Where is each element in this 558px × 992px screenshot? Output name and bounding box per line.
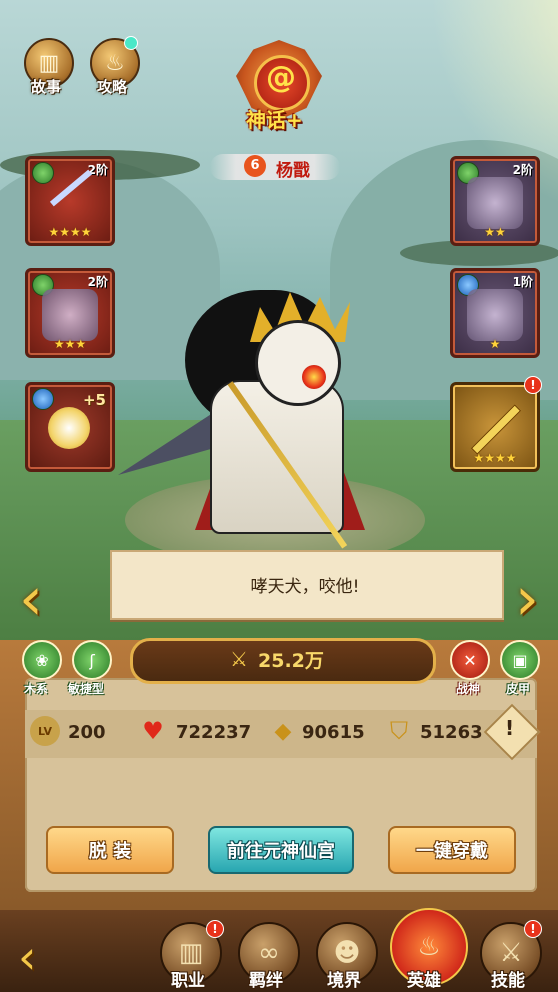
slot-stars: ★ [489, 337, 501, 351]
alert-badge: ! [524, 376, 542, 394]
water-element-icon [32, 388, 54, 410]
boots-icon [467, 289, 523, 341]
equip-all-button[interactable]: 一键穿戴 [388, 826, 516, 874]
armor-icon: ▣ [512, 650, 528, 670]
notification-dot [124, 36, 138, 50]
hero-third-eye [302, 365, 326, 389]
slot-tier: 2阶 [87, 163, 108, 177]
hero-dialogue: 哮天犬，咬他! [250, 577, 360, 597]
leaf-icon: ❀ [35, 650, 49, 670]
equipment-slot-treasure[interactable]: ★★★★ [450, 382, 540, 472]
boot-icon: ʃ [89, 650, 95, 670]
chevron-right-icon: › [515, 564, 539, 634]
armor-label: 皮甲 [506, 682, 531, 696]
guide-label: 攻略 [97, 78, 128, 96]
armor-icon [467, 177, 523, 229]
nav-bond-label: 羁绊 [249, 971, 283, 991]
leather-armor-trait[interactable]: ▣ [500, 640, 540, 680]
equipment-slot-accessory[interactable]: +5 [25, 382, 115, 472]
nav-skill-label: 技能 [491, 971, 525, 991]
goto-palace-button[interactable]: 前往元神仙宫 [208, 826, 354, 874]
heart-icon: ♥ [142, 717, 164, 745]
chevron-left-icon: ‹ [19, 564, 43, 634]
story-label: 故事 [31, 78, 62, 96]
sword-icon: ⚔ [499, 938, 523, 968]
level-value: 200 [68, 722, 106, 743]
element-label: 木系 [24, 682, 49, 696]
combat-power-value: 25.2万 [258, 650, 324, 672]
prev-hero-arrow[interactable]: ‹ [8, 562, 54, 636]
slot-stars: ★★★ [53, 337, 87, 351]
sword-icon: ◆ [274, 718, 292, 744]
talent-label: 战神 [456, 682, 481, 696]
ring-icon: ∞ [258, 938, 280, 968]
type-label: 敏捷型 [68, 682, 105, 696]
war-god-trait[interactable]: ✕ [450, 640, 490, 680]
slot-enhance: +5 [82, 391, 106, 409]
shield-icon: ⛉ [390, 717, 408, 745]
attack-value: 90615 [302, 722, 365, 743]
equipment-slot-weapon[interactable]: 2阶 ★★★★ [25, 156, 115, 246]
equipment-slot-boots[interactable]: 1阶 ★ [450, 268, 540, 358]
crossed-swords-icon: ⚔ [230, 647, 248, 671]
unequip-button[interactable]: 脱 装 [46, 826, 174, 874]
defense-value: 51263 [420, 722, 483, 743]
flame-icon: ♨ [105, 50, 125, 76]
crossed-swords-icon: ✕ [463, 650, 477, 670]
flame-icon: ♨ [417, 932, 441, 962]
helmet-icon [42, 289, 98, 341]
alert-badge: ! [524, 920, 542, 938]
rank-label: 神话+ [246, 108, 303, 132]
orb-icon [48, 407, 90, 449]
next-hero-arrow[interactable]: › [504, 562, 550, 636]
equipment-slot-helmet[interactable]: 2阶 ★★★ [25, 268, 115, 358]
face-icon: ☻ [333, 938, 361, 968]
slot-tier: 1阶 [512, 275, 533, 289]
agility-type-trait[interactable]: ʃ [72, 640, 112, 680]
hero-level-badge: 6 [244, 155, 266, 177]
slot-stars: ★★★★ [473, 451, 517, 465]
hero-name-bar [210, 154, 340, 180]
slot-stars: ★★ [484, 225, 506, 239]
info-icon: ! [505, 716, 515, 740]
level-icon: LV [30, 716, 60, 746]
hero-head [255, 320, 341, 406]
book-icon: ▥ [178, 938, 204, 968]
spear-icon [49, 169, 93, 207]
hero-name: 杨戬 [276, 161, 310, 181]
back-arrow-icon[interactable]: ‹ [18, 930, 36, 984]
swirl-icon: @ [266, 60, 296, 95]
book-icon: ▥ [38, 50, 60, 76]
nav-realm-label: 境界 [327, 971, 361, 991]
nav-hero-label: 英雄 [407, 971, 441, 991]
slot-stars: ★★★★ [48, 225, 92, 239]
halberd-icon [470, 404, 522, 455]
slot-tier: 2阶 [512, 163, 533, 177]
slot-tier: 2阶 [87, 275, 108, 289]
hp-value: 722237 [176, 722, 252, 743]
wood-element-trait[interactable]: ❀ [22, 640, 62, 680]
alert-badge: ! [206, 920, 224, 938]
equipment-slot-armor[interactable]: 2阶 ★★ [450, 156, 540, 246]
wood-element-icon [32, 162, 54, 184]
nav-profession-label: 职业 [171, 971, 205, 991]
